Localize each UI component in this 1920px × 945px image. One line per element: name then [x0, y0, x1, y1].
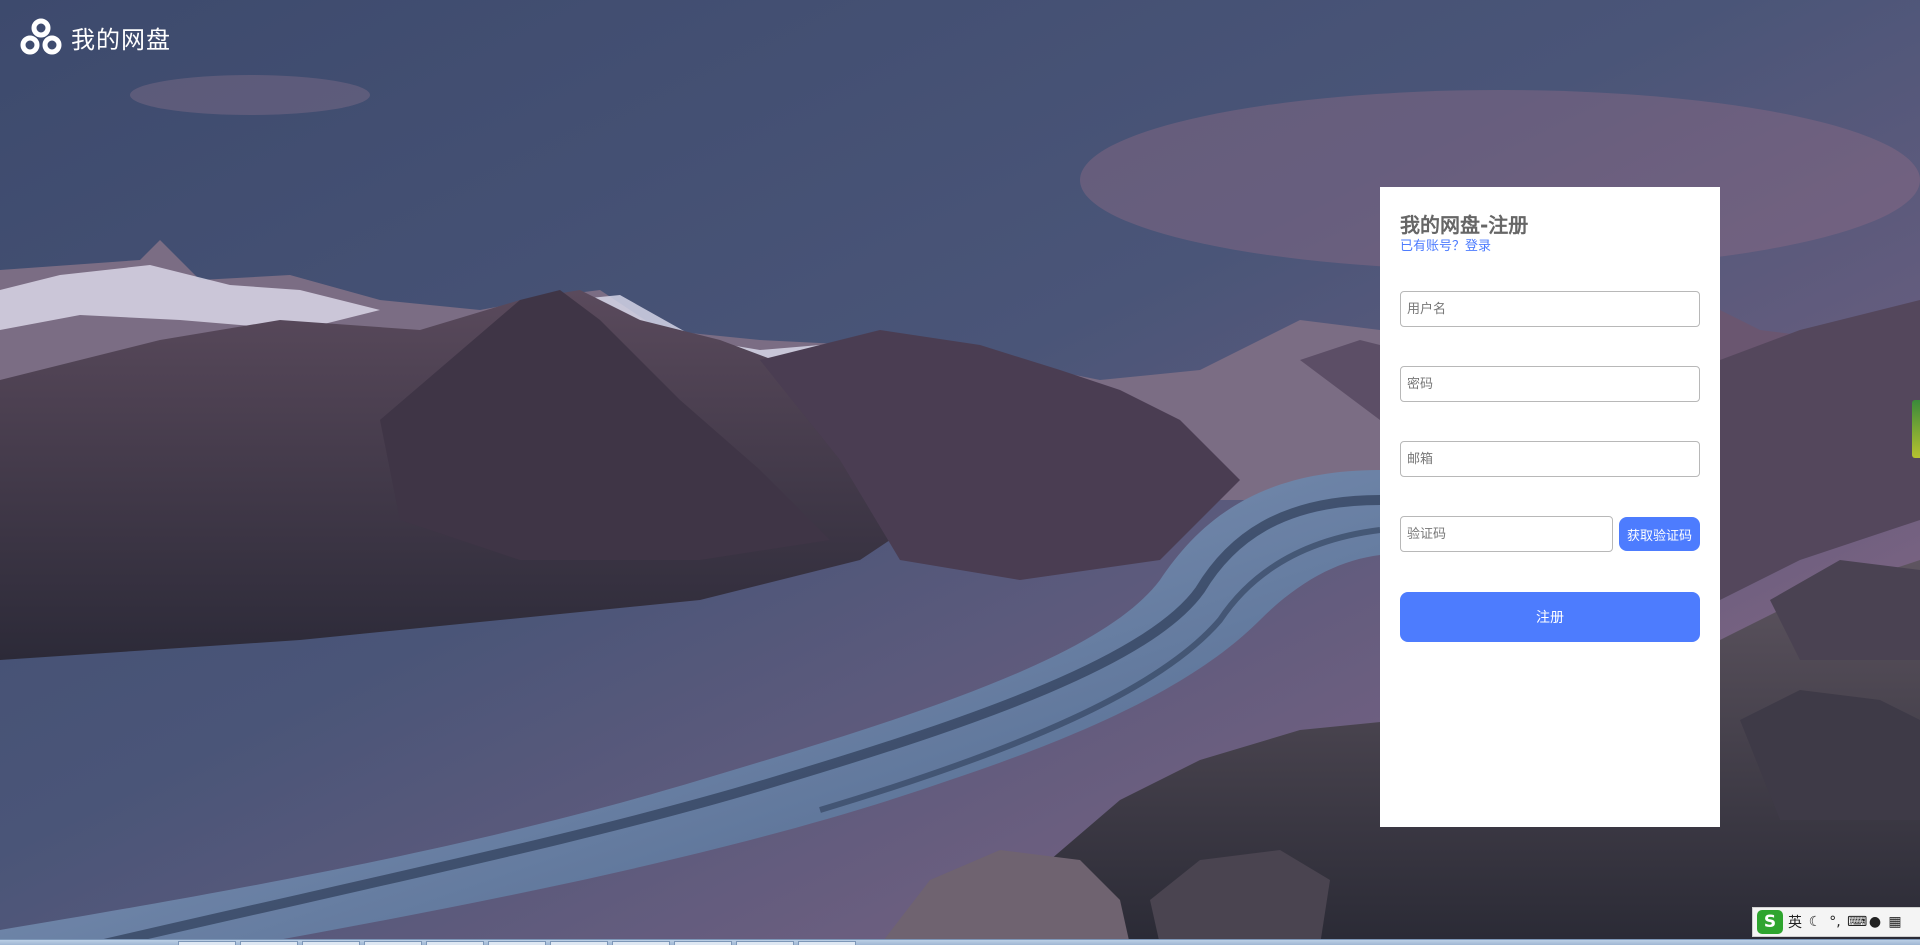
taskbar-button[interactable] [674, 941, 732, 945]
brand-name: 我的网盘 [71, 25, 171, 54]
taskbar-button[interactable] [488, 941, 546, 945]
email-input[interactable] [1400, 441, 1700, 477]
taskbar-button[interactable] [736, 941, 794, 945]
get-code-button[interactable]: 获取验证码 [1619, 517, 1700, 551]
keyboard-icon[interactable]: ⌨ [1847, 914, 1867, 930]
punctuation-icon[interactable]: °, [1827, 914, 1843, 930]
moon-icon[interactable]: ☾ [1807, 914, 1823, 930]
user-icon[interactable]: ● [1867, 914, 1883, 930]
taskbar-button[interactable] [550, 941, 608, 945]
taskbar-button[interactable] [302, 941, 360, 945]
taskbar-button[interactable] [612, 941, 670, 945]
register-button[interactable]: 注册 [1400, 592, 1700, 642]
grid-icon[interactable]: ▦ [1887, 914, 1903, 930]
password-input[interactable] [1400, 366, 1700, 402]
brand-logo[interactable]: 我的网盘 [19, 18, 171, 56]
taskbar-button[interactable] [178, 941, 236, 945]
taskbar [0, 939, 1920, 945]
ime-toolbar[interactable]: S 英 ☾ °, ⌨ ● ▦ [1752, 907, 1920, 937]
taskbar-button[interactable] [240, 941, 298, 945]
register-title: 我的网盘-注册 [1400, 213, 1529, 237]
ime-logo-icon[interactable]: S [1757, 910, 1783, 934]
verification-code-input[interactable] [1400, 516, 1613, 552]
taskbar-button[interactable] [364, 941, 422, 945]
floating-side-widget[interactable] [1912, 400, 1920, 458]
register-panel: 我的网盘-注册 已有账号？登录 获取验证码 注册 [1380, 187, 1720, 827]
taskbar-button[interactable] [426, 941, 484, 945]
username-input[interactable] [1400, 291, 1700, 327]
login-link[interactable]: 已有账号？登录 [1400, 235, 1491, 254]
taskbar-button[interactable] [798, 941, 856, 945]
ime-language-toggle[interactable]: 英 [1787, 912, 1803, 932]
cloud-disk-logo-icon [20, 18, 62, 55]
